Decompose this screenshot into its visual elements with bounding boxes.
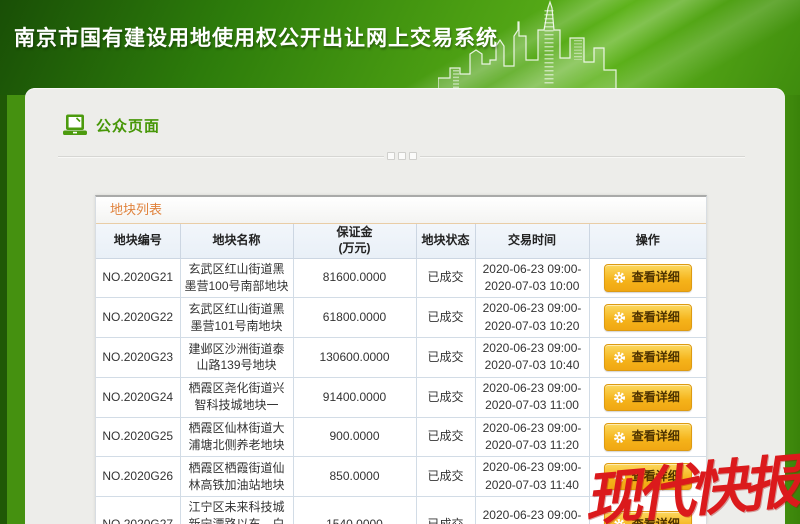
divider-square (387, 152, 395, 160)
status-cell: 已成交 (416, 338, 475, 378)
time-cell: 2020-06-23 09:00- 2020-07-03 10:20 (475, 298, 589, 338)
table-row: NO.2020G21 玄武区红山街道黑墨营100号南部地块 81600.0000… (96, 258, 706, 298)
section-header: 公众页面 (63, 114, 160, 136)
deposit-cell: 130600.0000 (293, 338, 416, 378)
parcel-id-cell: NO.2020G22 (96, 298, 180, 338)
deposit-cell: 850.0000 (293, 457, 416, 497)
status-cell: 已成交 (416, 298, 475, 338)
col-header-parcel-name: 地块名称 (180, 224, 293, 258)
action-cell: 查看详细 (589, 258, 706, 298)
parcel-table-container: 地块列表 地块编号 地块名称 保证金 (万元) 地块状态 交易时间 操作 (95, 195, 707, 524)
action-cell: 查看详细 (589, 497, 706, 524)
app-header: 南京市国有建设用地使用权公开出让网上交易系统 (0, 0, 800, 95)
col-header-status: 地块状态 (416, 224, 475, 258)
gear-icon (613, 351, 626, 364)
parcel-id-cell: NO.2020G25 (96, 417, 180, 457)
laptop-icon (63, 114, 87, 136)
action-cell: 查看详细 (589, 298, 706, 338)
action-cell: 查看详细 (589, 377, 706, 417)
parcel-id-cell: NO.2020G26 (96, 457, 180, 497)
view-detail-button[interactable]: 查看详细 (604, 264, 692, 291)
time-cell: 2020-06-23 09:00- 2020-07-03 11:20 (475, 417, 589, 457)
parcel-id-cell: NO.2020G27 (96, 497, 180, 524)
parcel-name-cell: 栖霞区栖霞街道仙林高铁加油站地块 (180, 457, 293, 497)
parcel-name-cell: 江宁区未来科技城新宁溧路以东、白沟路以北地块 (180, 497, 293, 524)
view-detail-button[interactable]: 查看详细 (604, 384, 692, 411)
table-row: NO.2020G25 栖霞区仙林街道大浦塘北侧养老地块 900.0000 已成交… (96, 417, 706, 457)
gear-icon (613, 271, 626, 284)
parcel-id-cell: NO.2020G24 (96, 377, 180, 417)
table-row: NO.2020G23 建邺区沙洲街道泰山路139号地块 130600.0000 … (96, 338, 706, 378)
time-cell: 2020-06-23 09:00- 2020-07-03 11:40 (475, 457, 589, 497)
table-row: NO.2020G26 栖霞区栖霞街道仙林高铁加油站地块 850.0000 已成交… (96, 457, 706, 497)
col-header-action: 操作 (589, 224, 706, 258)
parcel-name-cell: 玄武区红山街道黑墨营100号南部地块 (180, 258, 293, 298)
divider-handle (384, 152, 420, 160)
status-cell: 已成交 (416, 497, 475, 524)
table-row: NO.2020G22 玄武区红山街道黑墨营101号南地块 61800.0000 … (96, 298, 706, 338)
time-cell: 2020-06-23 09:00- 2020-07-03 12:00 (475, 497, 589, 524)
gear-icon (613, 470, 626, 483)
content-panel: 公众页面 地块列表 地块编号 地块名称 保证金 (万元) 地块状态 交易时 (25, 88, 785, 524)
time-cell: 2020-06-23 09:00- 2020-07-03 10:00 (475, 258, 589, 298)
col-header-time: 交易时间 (475, 224, 589, 258)
action-cell: 查看详细 (589, 417, 706, 457)
gear-icon (613, 431, 626, 444)
table-header-row: 地块编号 地块名称 保证金 (万元) 地块状态 交易时间 操作 (96, 224, 706, 258)
status-cell: 已成交 (416, 377, 475, 417)
parcel-table: 地块编号 地块名称 保证金 (万元) 地块状态 交易时间 操作 NO.2020G… (96, 224, 706, 524)
view-detail-button[interactable]: 查看详细 (604, 423, 692, 450)
parcel-id-cell: NO.2020G23 (96, 338, 180, 378)
status-cell: 已成交 (416, 417, 475, 457)
divider-square (409, 152, 417, 160)
view-detail-button[interactable]: 查看详细 (604, 304, 692, 331)
time-cell: 2020-06-23 09:00- 2020-07-03 10:40 (475, 338, 589, 378)
action-cell: 查看详细 (589, 457, 706, 497)
deposit-cell: 900.0000 (293, 417, 416, 457)
deposit-cell: 61800.0000 (293, 298, 416, 338)
divider-square (398, 152, 406, 160)
status-cell: 已成交 (416, 258, 475, 298)
deposit-cell: 91400.0000 (293, 377, 416, 417)
gear-icon (613, 311, 626, 324)
col-header-parcel-id: 地块编号 (96, 224, 180, 258)
section-divider (58, 156, 745, 158)
parcel-name-cell: 建邺区沙洲街道泰山路139号地块 (180, 338, 293, 378)
view-detail-button[interactable]: 查看详细 (604, 511, 692, 524)
table-caption: 地块列表 (96, 197, 706, 224)
action-cell: 查看详细 (589, 338, 706, 378)
gear-icon (613, 518, 626, 524)
time-cell: 2020-06-23 09:00- 2020-07-03 11:00 (475, 377, 589, 417)
parcel-name-cell: 栖霞区尧化街道兴智科技城地块一 (180, 377, 293, 417)
table-row: NO.2020G27 江宁区未来科技城新宁溧路以东、白沟路以北地块 1540.0… (96, 497, 706, 524)
parcel-name-cell: 玄武区红山街道黑墨营101号南地块 (180, 298, 293, 338)
deposit-cell: 1540.0000 (293, 497, 416, 524)
parcel-id-cell: NO.2020G21 (96, 258, 180, 298)
col-header-deposit: 保证金 (万元) (293, 224, 416, 258)
status-cell: 已成交 (416, 457, 475, 497)
page-title: 南京市国有建设用地使用权公开出让网上交易系统 (14, 22, 498, 52)
gear-icon (613, 391, 626, 404)
view-detail-button[interactable]: 查看详细 (604, 463, 692, 490)
parcel-name-cell: 栖霞区仙林街道大浦塘北侧养老地块 (180, 417, 293, 457)
section-title: 公众页面 (96, 115, 160, 136)
view-detail-button[interactable]: 查看详细 (604, 344, 692, 371)
deposit-cell: 81600.0000 (293, 258, 416, 298)
table-row: NO.2020G24 栖霞区尧化街道兴智科技城地块一 91400.0000 已成… (96, 377, 706, 417)
